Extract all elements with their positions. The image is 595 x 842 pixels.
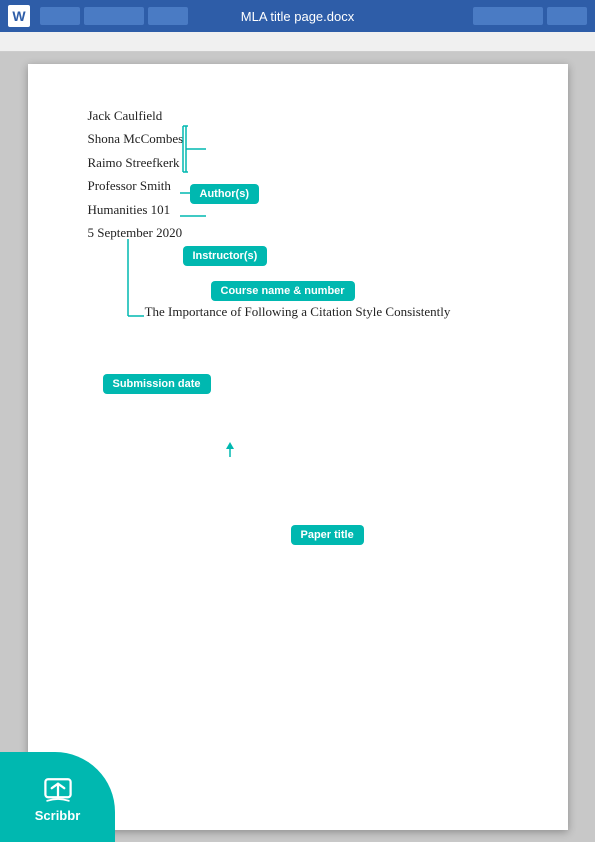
course-line: Humanities 101 xyxy=(88,198,508,221)
annotation-title: Paper title xyxy=(291,525,364,545)
paper-title-text: The Importance of Following a Citation S… xyxy=(88,304,508,320)
doc-container: Jack Caulfield Shona McCombes Raimo Stre… xyxy=(0,52,595,842)
author-line-3: Raimo Streefkerk xyxy=(88,151,508,174)
title-bar: W MLA title page.docx xyxy=(0,0,595,32)
toolbar-btn-4[interactable] xyxy=(473,7,543,25)
scribbr-logo-icon xyxy=(40,772,76,808)
toolbar-btn-5[interactable] xyxy=(547,7,587,25)
annotation-authors: Author(s) xyxy=(190,184,260,204)
toolbar-btn-2[interactable] xyxy=(84,7,144,25)
date-line: 5 September 2020 xyxy=(88,221,508,244)
toolbar-btn-1[interactable] xyxy=(40,7,80,25)
annotation-instructor: Instructor(s) xyxy=(183,246,268,266)
ruler xyxy=(0,32,595,52)
annotation-course: Course name & number xyxy=(211,281,355,301)
toolbar-btn-3[interactable] xyxy=(148,7,188,25)
author-line-1: Jack Caulfield xyxy=(88,104,508,127)
title-bar-left: W xyxy=(8,5,188,27)
annotation-date: Submission date xyxy=(103,374,211,394)
doc-page: Jack Caulfield Shona McCombes Raimo Stre… xyxy=(28,64,568,830)
instructor-line: Professor Smith xyxy=(88,174,508,197)
word-icon: W xyxy=(8,5,30,27)
paper-title-section: The Importance of Following a Citation S… xyxy=(88,304,508,320)
author-line-2: Shona McCombes xyxy=(88,127,508,150)
window-title: MLA title page.docx xyxy=(241,9,354,24)
title-bar-right xyxy=(473,7,587,25)
scribbr-label: Scribbr xyxy=(35,808,81,823)
doc-content: Jack Caulfield Shona McCombes Raimo Stre… xyxy=(88,104,508,244)
